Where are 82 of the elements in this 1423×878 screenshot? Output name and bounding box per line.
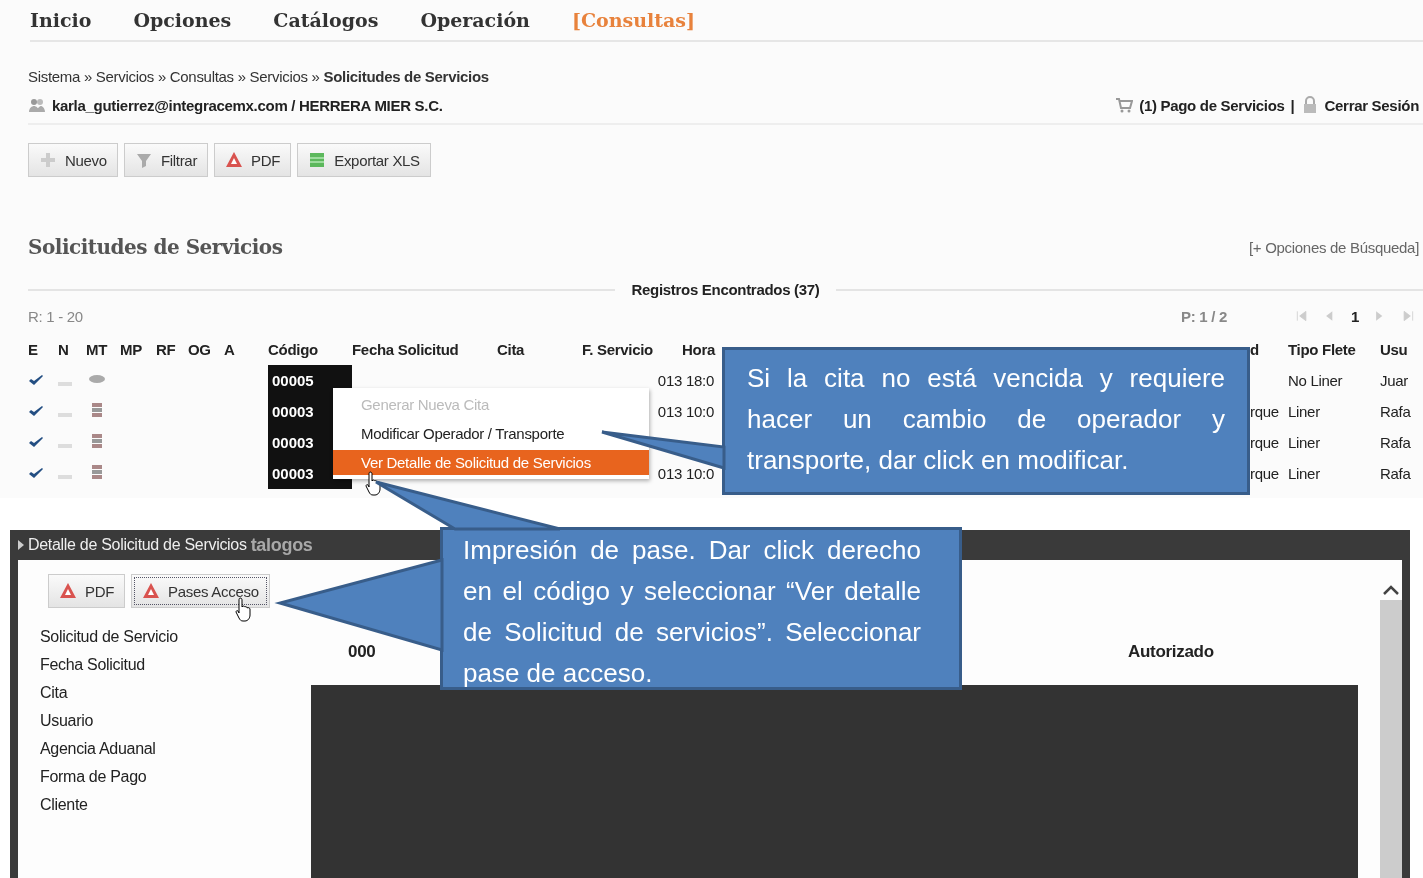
separator: | [1290,96,1295,114]
table-cell-text: 18:0 [685,372,715,389]
table-cell-text: Liner [1288,434,1321,451]
table-cell-text: rque [1250,403,1280,420]
page-info: P: 1 / 2 [1181,307,1227,325]
column-header: MT [86,341,109,358]
page-number: 1 [1350,307,1359,325]
field-label: Solicitud de Servicio [40,628,179,646]
table-cell-text: Liner [1288,403,1321,420]
column-header: F. Servicio [582,341,654,358]
table-cell-text: 013 [656,465,682,482]
record-range: R: 1 - 20 [28,307,83,325]
column-header: N [58,341,70,358]
menu-item[interactable]: Operación [420,9,530,31]
pdf-icon [225,151,244,169]
field-label: Fecha Solicitud [40,656,146,674]
scrollbar[interactable] [1380,600,1402,878]
table-cell-text: rque [1250,434,1280,451]
plus-icon [39,151,57,169]
field-label: Usuario [40,712,95,730]
code-cell[interactable]: 00005 [268,365,352,396]
column-header: E [28,341,39,358]
column-header: Código [268,341,319,358]
table-cell-text: 10:0 [685,403,715,420]
breadcrumb: Sistema » Servicios » Consultas » Servicios » Solicitudes de Servicios [28,68,490,85]
table-cell-text: Rafa [1380,434,1412,451]
user-account: karla_gutierrez@integracemx.com / HERRERA MIER S.C. [52,96,443,114]
column-header: Usu [1380,341,1409,358]
column-header: Hora [682,341,717,358]
column-header: Autorizado [1128,642,1214,661]
callout-text: Impresión de pase. Dar click derecho en el código y seleccionar “Ver detalle de Solicitud de servicios”. Seleccionar pase de acceso. [463,534,921,690]
table-cell-text: Liner [1288,465,1321,482]
logout-link[interactable]: Cerrar Sesión [1324,96,1419,114]
callout-text: Si la cita no está vencida y requiere hacer un cambio de operador y transporte, dar click en modificar. [747,362,1225,477]
column-header: RF [156,341,177,358]
column-header: Cita [497,341,526,358]
table-cell-text: rque [1250,465,1280,482]
pdf-icon [59,582,77,600]
cart-icon [1115,96,1134,114]
toolbar-button[interactable]: Filtrar [123,143,209,177]
column-header: Tipo Flete [1288,341,1357,358]
detail-button[interactable]: PDF [48,574,126,608]
table-cell-text: Juar [1380,372,1409,389]
bar-icon [58,474,72,479]
spreadsheet-icon [308,151,327,169]
toolbar-button[interactable]: PDF [214,143,292,177]
table-cell-text: 013 [656,372,682,389]
window-title: Detalle de Solicitud de Servicios [28,536,247,554]
field-label: Agencia Aduanal [40,740,157,758]
filter-icon [134,151,153,169]
background-text: talogos [250,534,313,556]
payment-link[interactable]: (1) Pago de Servicios [1139,96,1285,114]
triangle-icon [18,540,24,550]
table-cell-text: No Liner [1288,372,1344,389]
users-icon [28,96,46,114]
search-options-link[interactable]: [+ Opciones de Búsqueda] [1249,238,1419,256]
table-cell-text: Rafa [1380,465,1412,482]
field-value: 000 [348,642,376,661]
field-label: Cliente [40,796,89,814]
records-found: Registros Encontrados (37) [631,281,820,298]
menu-item[interactable]: Opciones [133,9,232,31]
pdf-icon [142,582,161,600]
bar-icon [58,412,72,417]
column-header: MP [120,341,143,358]
field-label: Cita [40,684,69,702]
menu-item[interactable]: Catálogos [273,9,379,31]
toolbar-button[interactable]: Nuevo [28,143,118,177]
table-cell-text: Rafa [1380,403,1412,420]
table-cell-text: 10:0 [685,465,715,482]
bar-icon [58,381,72,386]
column-header: OG [188,341,212,358]
column-header: A [224,341,236,358]
column-header: Fecha Solicitud [352,341,460,358]
menu-item[interactable]: Inicio [30,9,92,31]
column-header: d [1250,341,1260,358]
field-label: Forma de Pago [40,768,148,786]
detail-button[interactable]: Pases Acceso [131,574,270,608]
section-title: Solicitudes de Servicios [28,235,283,259]
table-cell-text: 013 [656,403,682,420]
scroll-up-icon[interactable] [1382,584,1400,596]
toolbar-button[interactable]: Exportar XLS [297,143,431,177]
bar-icon [58,443,72,448]
